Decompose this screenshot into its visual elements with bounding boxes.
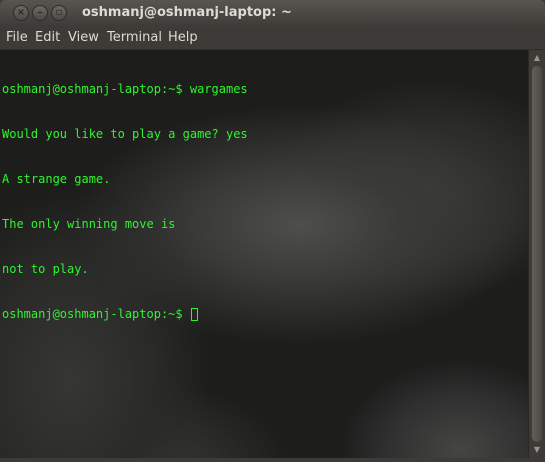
scroll-down-icon[interactable]: ▼ <box>532 445 542 455</box>
vertical-scrollbar[interactable]: ▲ ▼ <box>528 50 545 458</box>
menu-bar: File Edit View Terminal Help <box>0 27 545 50</box>
terminal-line: oshmanj@oshmanj-laptop:~$ wargames <box>2 82 248 96</box>
terminal-line: Would you like to play a game? yes <box>2 127 248 141</box>
minimize-button[interactable]: – <box>32 5 48 21</box>
menu-edit[interactable]: Edit <box>35 30 60 45</box>
scroll-up-icon[interactable]: ▲ <box>532 53 542 63</box>
text-cursor <box>190 308 198 321</box>
maximize-button[interactable]: ▫ <box>51 5 67 21</box>
menu-terminal[interactable]: Terminal <box>107 30 162 45</box>
shell-prompt: oshmanj@oshmanj-laptop:~$ <box>2 307 190 321</box>
terminal-line: The only winning move is <box>2 217 176 231</box>
terminal-output: oshmanj@oshmanj-laptop:~$ wargames Would… <box>2 52 248 352</box>
prompt-line[interactable]: oshmanj@oshmanj-laptop:~$ <box>2 307 248 322</box>
title-bar[interactable]: × – ▫ oshmanj@oshmanj-laptop: ~ <box>0 0 545 27</box>
close-button[interactable]: × <box>13 5 29 21</box>
menu-view[interactable]: View <box>68 30 99 45</box>
terminal-line: not to play. <box>2 262 89 276</box>
terminal-window: × – ▫ oshmanj@oshmanj-laptop: ~ File Edi… <box>0 0 545 462</box>
menu-help[interactable]: Help <box>168 30 198 45</box>
menu-file[interactable]: File <box>6 30 28 45</box>
terminal-area[interactable]: oshmanj@oshmanj-laptop:~$ wargames Would… <box>0 50 528 458</box>
scroll-thumb[interactable] <box>532 66 542 442</box>
terminal-line: A strange game. <box>2 172 111 186</box>
scroll-trough[interactable] <box>532 66 542 442</box>
window-title: oshmanj@oshmanj-laptop: ~ <box>82 5 292 20</box>
